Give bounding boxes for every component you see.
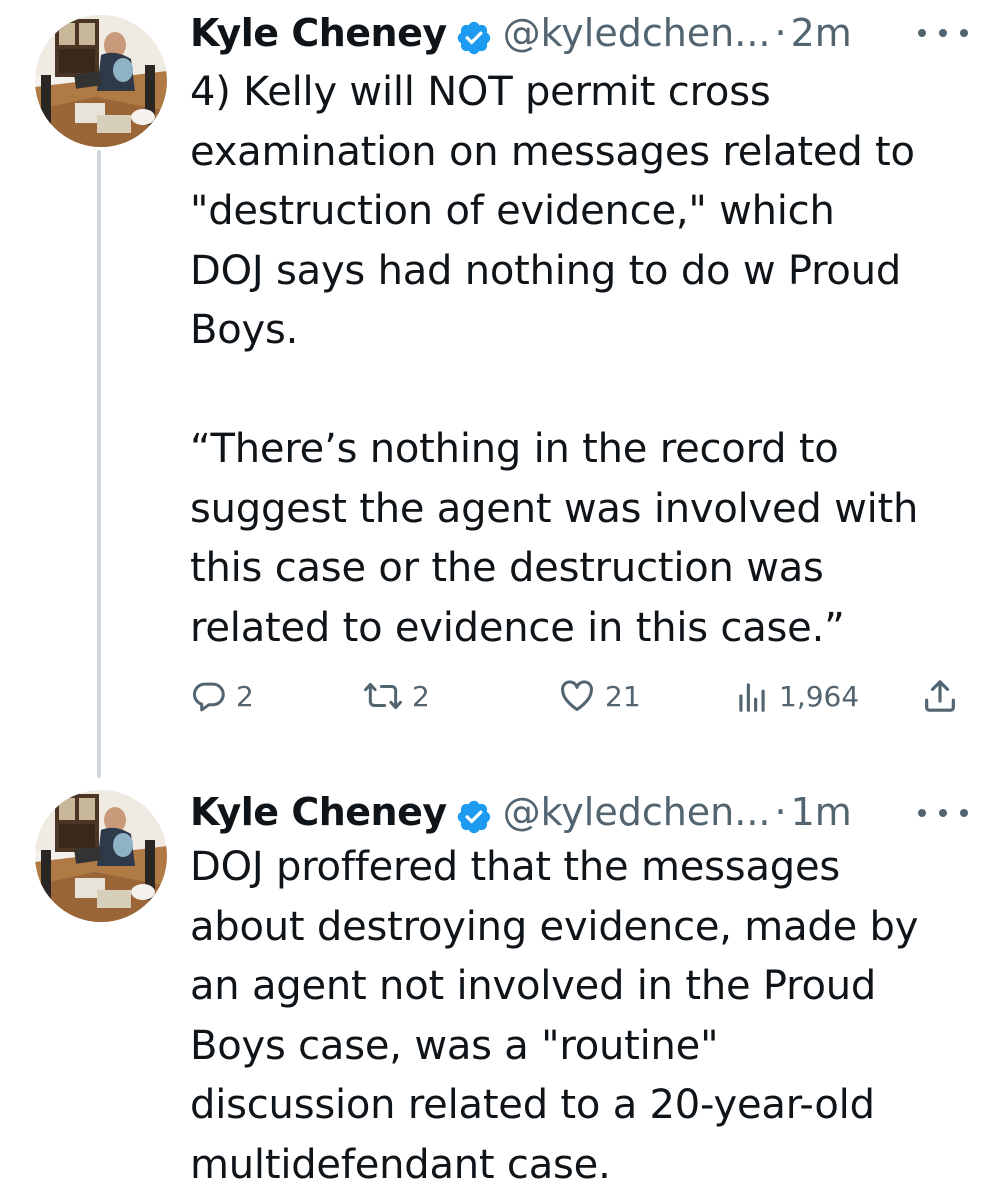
thread-connector-line xyxy=(97,150,101,778)
author-name[interactable]: Kyle Cheney xyxy=(190,3,447,63)
tweet[interactable]: Kyle Cheney @kyledchen... · 2m 4) Kelly … xyxy=(0,0,1000,780)
views-button[interactable]: 1,964 xyxy=(733,666,859,726)
avatar[interactable] xyxy=(35,15,167,147)
author-handle[interactable]: @kyledchen... xyxy=(503,782,771,842)
tweet-header: Kyle Cheney @kyledchen... · 1m xyxy=(190,782,852,842)
separator-dot: · xyxy=(774,11,787,55)
tweet-text: DOJ proffered that the messages about de… xyxy=(190,844,919,1188)
timestamp[interactable]: 2m xyxy=(791,3,852,63)
tweet[interactable]: Kyle Cheney @kyledchen... · 1m DOJ proff… xyxy=(0,780,1000,1200)
verified-badge-icon xyxy=(455,793,493,834)
more-icon[interactable] xyxy=(918,800,968,826)
author-handle[interactable]: @kyledchen... xyxy=(503,3,771,63)
reply-count: 2 xyxy=(236,679,254,713)
reply-button[interactable]: 2 xyxy=(190,666,254,726)
repost-count: 2 xyxy=(412,679,430,713)
repost-icon xyxy=(362,677,404,715)
more-icon[interactable] xyxy=(918,20,968,46)
verified-badge-icon xyxy=(455,14,493,55)
views-count: 1,964 xyxy=(779,679,860,713)
share-icon xyxy=(920,676,960,716)
tweet-actions: 2 2 21 1,964 xyxy=(190,666,970,726)
like-icon xyxy=(557,677,597,715)
views-icon xyxy=(733,677,771,715)
like-count: 21 xyxy=(605,679,641,713)
repost-button[interactable]: 2 xyxy=(362,666,430,726)
separator-dot: · xyxy=(774,790,787,834)
share-button[interactable] xyxy=(920,666,960,726)
avatar[interactable] xyxy=(35,790,167,922)
timestamp[interactable]: 1m xyxy=(791,782,852,842)
like-button[interactable]: 21 xyxy=(557,666,641,726)
tweet-header: Kyle Cheney @kyledchen... · 2m xyxy=(190,3,852,63)
tweet-text: 4) Kelly will NOT permit cross examinati… xyxy=(190,69,919,651)
author-name[interactable]: Kyle Cheney xyxy=(190,782,447,842)
reply-icon xyxy=(190,677,228,715)
